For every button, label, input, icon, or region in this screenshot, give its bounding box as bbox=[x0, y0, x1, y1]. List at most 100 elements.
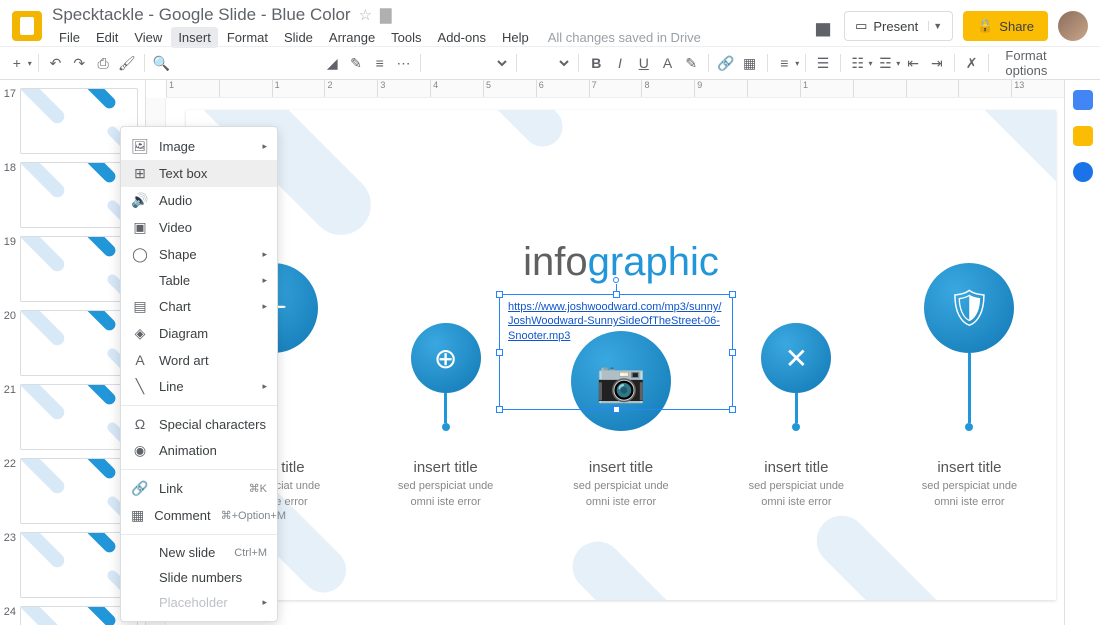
resize-handle[interactable] bbox=[729, 406, 736, 413]
folder-icon[interactable]: ▇ bbox=[380, 6, 392, 24]
bulleted-list-button[interactable]: ☲ bbox=[875, 51, 897, 75]
menu-item-link[interactable]: 🔗 Link ⌘K bbox=[121, 475, 277, 502]
slide-number: 24 bbox=[2, 606, 20, 625]
menu-item-table[interactable]: Table▸ bbox=[121, 268, 277, 293]
menu-item-text-box[interactable]: ⊞Text box bbox=[121, 160, 277, 187]
user-avatar[interactable] bbox=[1058, 11, 1088, 41]
print-button[interactable]: ⎙ bbox=[92, 51, 114, 75]
format-options-button[interactable]: Format options bbox=[995, 48, 1094, 78]
redo-button[interactable]: ↷ bbox=[68, 51, 90, 75]
align-button[interactable]: ≡ bbox=[773, 51, 795, 75]
keep-icon[interactable] bbox=[1073, 126, 1093, 146]
menu-file[interactable]: File bbox=[52, 27, 87, 48]
menu-item-audio[interactable]: 🔊Audio bbox=[121, 187, 277, 214]
menu-item-word-art[interactable]: AWord art bbox=[121, 347, 277, 373]
fill-color-button[interactable]: ◢ bbox=[321, 51, 343, 75]
save-status: All changes saved in Drive bbox=[548, 30, 701, 45]
menu-item-slide-numbers[interactable]: Slide numbers bbox=[121, 565, 277, 590]
rotate-handle[interactable] bbox=[613, 277, 619, 283]
menu-item-shape[interactable]: ◯Shape▸ bbox=[121, 241, 277, 268]
infographic-item[interactable]: 🛡insert titlesed perspiciat undeomni ist… bbox=[922, 263, 1017, 510]
menu-item-chart[interactable]: ▤Chart▸ bbox=[121, 293, 277, 320]
slide[interactable]: infographic ✈insert titlesed perspiciat … bbox=[186, 110, 1056, 600]
connector-dot bbox=[442, 423, 450, 431]
video-icon: ▣ bbox=[131, 219, 149, 236]
menu-item-comment[interactable]: ▦Comment⌘+Option+M bbox=[121, 502, 277, 529]
menu-item-label: Shape bbox=[159, 247, 197, 262]
new-slide-button[interactable]: + bbox=[6, 51, 28, 75]
zoom-icon: ⊕ bbox=[411, 323, 481, 393]
menu-item-line[interactable]: ╲Line▸ bbox=[121, 373, 277, 400]
calendar-icon[interactable] bbox=[1073, 90, 1093, 110]
decrease-indent-button[interactable]: ⇤ bbox=[902, 51, 924, 75]
insert-menu-dropdown[interactable]: 🖼Image▸⊞Text box🔊Audio▣Video◯Shape▸Table… bbox=[120, 126, 278, 622]
menu-insert[interactable]: Insert bbox=[171, 27, 218, 48]
undo-button[interactable]: ↶ bbox=[45, 51, 67, 75]
underline-button[interactable]: U bbox=[633, 51, 655, 75]
selection-box[interactable] bbox=[499, 294, 733, 410]
menu-item-new-slide[interactable]: New slideCtrl+M bbox=[121, 540, 277, 565]
slides-logo[interactable] bbox=[12, 11, 42, 41]
menu-view[interactable]: View bbox=[127, 27, 169, 48]
menu-item-label: Table bbox=[159, 273, 190, 288]
menu-item-label: Word art bbox=[159, 353, 209, 368]
resize-handle[interactable] bbox=[729, 291, 736, 298]
text-color-button[interactable]: A bbox=[657, 51, 679, 75]
tasks-icon[interactable] bbox=[1073, 162, 1093, 182]
menu-arrange[interactable]: Arrange bbox=[322, 27, 382, 48]
star-icon[interactable]: ☆ bbox=[359, 6, 372, 24]
highlight-button[interactable]: ✎ bbox=[680, 51, 702, 75]
infographic-item[interactable]: ✕insert titlesed perspiciat undeomni ist… bbox=[749, 323, 844, 510]
font-select[interactable] bbox=[427, 52, 509, 74]
font-size-select[interactable] bbox=[522, 52, 572, 74]
diagram-icon: ◈ bbox=[131, 325, 149, 342]
specialchars-icon: Ω bbox=[131, 416, 149, 432]
resize-handle[interactable] bbox=[496, 406, 503, 413]
menu-help[interactable]: Help bbox=[495, 27, 536, 48]
canvas-area[interactable]: 1123456789113 ᐱ infographic ✈insert titl… bbox=[146, 80, 1064, 625]
menu-item-animation[interactable]: ◉Animation bbox=[121, 437, 277, 464]
submenu-arrow-icon: ▸ bbox=[262, 597, 267, 608]
menu-tools[interactable]: Tools bbox=[384, 27, 428, 48]
line-spacing-button[interactable]: ☰ bbox=[812, 51, 834, 75]
connector-line bbox=[444, 393, 447, 423]
menu-edit[interactable]: Edit bbox=[89, 27, 125, 48]
paint-format-button[interactable]: 🖌 bbox=[116, 51, 138, 75]
resize-handle[interactable] bbox=[496, 291, 503, 298]
resize-handle[interactable] bbox=[729, 349, 736, 356]
menu-item-diagram[interactable]: ◈Diagram bbox=[121, 320, 277, 347]
menu-format[interactable]: Format bbox=[220, 27, 275, 48]
menu-add-ons[interactable]: Add-ons bbox=[431, 27, 493, 48]
share-button[interactable]: 🔒 Share bbox=[963, 11, 1048, 41]
menu-slide[interactable]: Slide bbox=[277, 27, 320, 48]
border-dash-button[interactable]: ⋯ bbox=[393, 51, 415, 75]
insert-link-button[interactable]: 🔗 bbox=[715, 51, 737, 75]
clear-formatting-button[interactable]: ✗ bbox=[961, 51, 983, 75]
border-color-button[interactable]: ✎ bbox=[345, 51, 367, 75]
numbered-list-button[interactable]: ☷ bbox=[847, 51, 869, 75]
bold-button[interactable]: B bbox=[585, 51, 607, 75]
titlebar: Specktackle - Google Slide - Blue Color … bbox=[0, 0, 1100, 46]
increase-indent-button[interactable]: ⇥ bbox=[926, 51, 948, 75]
menu-item-label: Chart bbox=[159, 299, 191, 314]
zoom-button[interactable]: 🔍 bbox=[151, 51, 173, 75]
resize-handle[interactable] bbox=[613, 406, 620, 413]
present-dropdown-arrow[interactable]: ▼ bbox=[928, 21, 942, 31]
insert-comment-button[interactable]: ▦ bbox=[739, 51, 761, 75]
present-button[interactable]: ▭ Present ▼ bbox=[844, 11, 953, 41]
menu-item-video[interactable]: ▣Video bbox=[121, 214, 277, 241]
menu-item-label: Link bbox=[159, 481, 183, 496]
italic-button[interactable]: I bbox=[609, 51, 631, 75]
border-weight-button[interactable]: ≡ bbox=[369, 51, 391, 75]
infographic-item[interactable]: ⊕insert titlesed perspiciat undeomni ist… bbox=[398, 323, 493, 510]
menu-item-image[interactable]: 🖼Image▸ bbox=[121, 133, 277, 160]
resize-handle[interactable] bbox=[613, 291, 620, 298]
menu-divider bbox=[121, 405, 277, 406]
keyboard-shortcut: ⌘K bbox=[249, 482, 267, 495]
horizontal-ruler: 1123456789113 bbox=[166, 80, 1064, 98]
resize-handle[interactable] bbox=[496, 349, 503, 356]
document-title[interactable]: Specktackle - Google Slide - Blue Color bbox=[52, 5, 351, 25]
link-icon: 🔗 bbox=[131, 480, 149, 497]
menu-item-special-characters[interactable]: ΩSpecial characters bbox=[121, 411, 277, 437]
comments-icon[interactable]: ▅ bbox=[812, 15, 834, 37]
